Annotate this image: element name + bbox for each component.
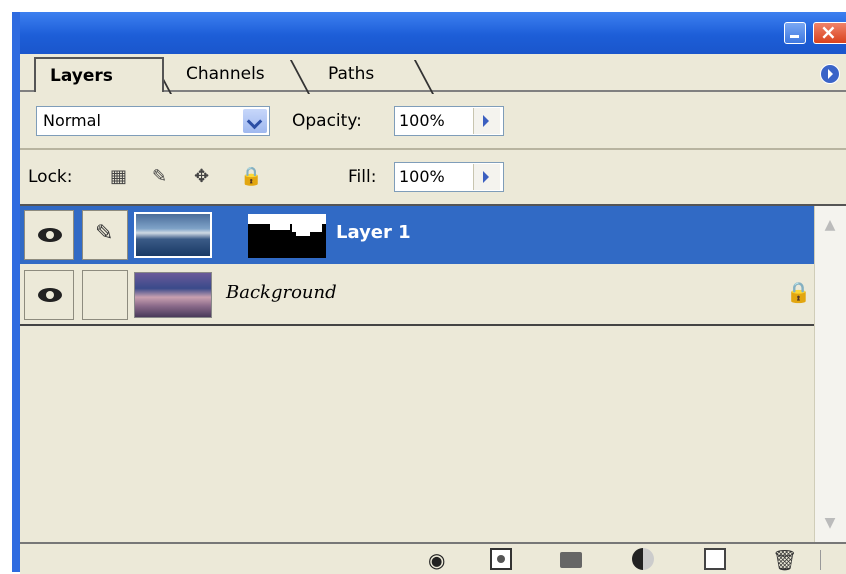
visibility-toggle[interactable] bbox=[24, 210, 74, 260]
blend-mode-value: Normal bbox=[43, 111, 101, 130]
layer-row-background[interactable]: Background 🔒 bbox=[20, 266, 814, 326]
blend-mode-select[interactable]: Normal bbox=[36, 106, 270, 136]
tab-channels-label: Channels bbox=[186, 64, 265, 84]
scroll-up-icon[interactable]: ▲ bbox=[819, 214, 841, 236]
layer-list-scrollbar[interactable]: ▲ ▼ bbox=[814, 206, 846, 544]
new-adjustment-layer-icon[interactable] bbox=[632, 548, 654, 570]
close-icon: × bbox=[820, 20, 837, 44]
fill-slider-arrow-icon[interactable] bbox=[473, 164, 500, 190]
lock-position-icon[interactable]: ✥ bbox=[194, 166, 209, 187]
new-group-icon[interactable] bbox=[560, 552, 582, 568]
visibility-toggle[interactable] bbox=[24, 270, 74, 320]
window-left-border bbox=[12, 12, 20, 572]
tab-channels[interactable]: Channels bbox=[170, 58, 265, 90]
layer-thumbnail[interactable] bbox=[134, 212, 212, 258]
tab-paths-label: Paths bbox=[328, 64, 375, 84]
lock-transparent-icon[interactable]: ▦ bbox=[110, 166, 127, 187]
opacity-label: Opacity: bbox=[292, 111, 362, 131]
layer-row-layer-1[interactable]: ✎ Layer 1 bbox=[20, 206, 814, 264]
lock-icon: 🔒 bbox=[786, 280, 811, 304]
opacity-slider-arrow-icon[interactable] bbox=[473, 108, 500, 134]
panel-bottom-toolbar: ◉ 🗑 bbox=[20, 542, 846, 574]
tab-paths[interactable]: Paths bbox=[310, 58, 374, 90]
add-layer-mask-icon[interactable] bbox=[490, 548, 512, 570]
fill-value: 100% bbox=[399, 167, 445, 186]
tab-layers[interactable]: Layers bbox=[34, 57, 164, 92]
resize-grip[interactable] bbox=[820, 550, 843, 570]
lock-image-icon[interactable]: ✎ bbox=[152, 166, 167, 187]
opacity-value: 100% bbox=[399, 111, 445, 130]
scroll-down-icon[interactable]: ▼ bbox=[819, 512, 841, 534]
layers-window: × Layers Channels Paths Normal Opacity: … bbox=[0, 0, 846, 574]
panel-tabs: Layers Channels Paths bbox=[20, 54, 846, 94]
brush-icon: ✎ bbox=[95, 221, 114, 246]
lock-label: Lock: bbox=[28, 167, 73, 187]
minimize-button[interactable] bbox=[784, 22, 806, 44]
layer-mask-thumbnail[interactable] bbox=[248, 214, 326, 258]
lock-all-icon[interactable]: 🔒 bbox=[240, 166, 262, 187]
lock-options: ▦ ✎ ✥ 🔒 bbox=[110, 166, 280, 190]
panel-menu-button[interactable] bbox=[820, 64, 840, 84]
layer-thumbnail[interactable] bbox=[134, 272, 212, 318]
layer-link-cell[interactable]: ✎ bbox=[82, 210, 128, 260]
fill-label: Fill: bbox=[348, 167, 377, 187]
layer-link-cell[interactable] bbox=[82, 270, 128, 320]
layer-name[interactable]: Layer 1 bbox=[336, 222, 411, 243]
eye-icon bbox=[38, 288, 62, 302]
eye-icon bbox=[38, 228, 62, 242]
tab-edge bbox=[289, 60, 310, 94]
close-button[interactable]: × bbox=[813, 20, 846, 44]
tab-layers-label: Layers bbox=[50, 65, 113, 86]
tab-edge bbox=[413, 60, 434, 94]
chevron-down-icon[interactable] bbox=[243, 109, 267, 133]
delete-layer-icon[interactable]: 🗑 bbox=[772, 548, 797, 572]
link-layers-icon[interactable]: ◉ bbox=[428, 548, 450, 572]
layer-list: ✎ Layer 1 Background 🔒 bbox=[20, 206, 814, 542]
blend-opacity-row: Normal Opacity: 100% bbox=[20, 92, 846, 148]
opacity-field[interactable]: 100% bbox=[394, 106, 504, 136]
fill-field[interactable]: 100% bbox=[394, 162, 504, 192]
layers-panel: Layers Channels Paths Normal Opacity: 10… bbox=[20, 54, 846, 574]
title-bar[interactable] bbox=[20, 12, 846, 54]
new-layer-icon[interactable] bbox=[704, 548, 726, 570]
layer-name[interactable]: Background bbox=[226, 282, 337, 303]
lock-fill-row: Lock: ▦ ✎ ✥ 🔒 Fill: 100% bbox=[20, 150, 846, 204]
